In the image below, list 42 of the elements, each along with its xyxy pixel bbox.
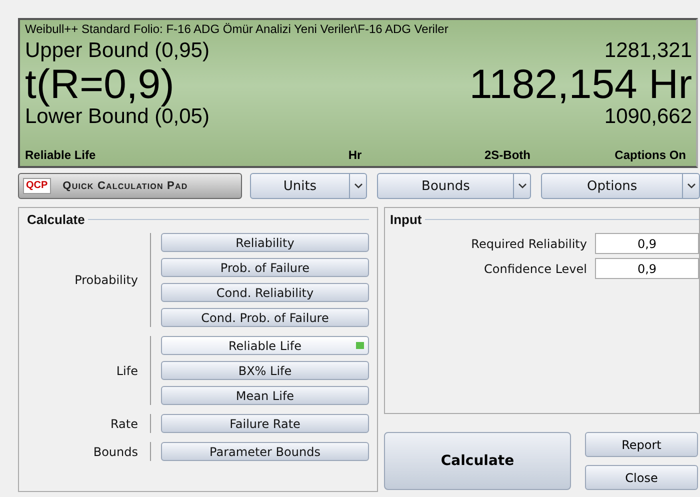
calculation-button[interactable]: Mean Life <box>161 386 369 405</box>
folio-title: Weibull++ Standard Folio: F-16 ADG Ömür Analizi Yeni Veriler\F-16 ADG Veriler <box>25 21 450 38</box>
status-caption: Hr <box>347 148 363 164</box>
result-label: t(R=0,9) <box>25 64 174 104</box>
panel-title: Input <box>390 212 422 227</box>
field-label: Confidence Level <box>484 262 587 276</box>
dropdown-button[interactable]: Units <box>250 173 368 199</box>
group-label: Life <box>116 364 138 378</box>
panel-title: Calculate <box>27 212 85 227</box>
calculation-button[interactable]: Failure Rate <box>161 414 369 433</box>
group-label: Rate <box>110 416 138 430</box>
calculation-button[interactable]: Cond. Reliability <box>161 283 369 302</box>
result-value: 1182,154 Hr <box>469 64 692 104</box>
calculation-button[interactable]: Parameter Bounds <box>161 442 369 461</box>
status-caption: Captions On <box>614 148 687 164</box>
calculate-button[interactable]: Calculate <box>384 432 571 490</box>
input-field[interactable]: 0,9 <box>595 233 699 254</box>
calculation-button[interactable]: Cond. Prob. of Failure <box>161 308 369 327</box>
report-button[interactable]: Report <box>585 432 698 457</box>
selected-indicator <box>356 342 364 349</box>
status-caption: Reliable Life <box>25 148 97 164</box>
chevron-down-icon <box>686 183 696 189</box>
calculation-button[interactable]: Reliability <box>161 233 369 252</box>
dropdown-button[interactable]: Options <box>541 173 700 199</box>
input-field[interactable]: 0,9 <box>595 258 699 279</box>
close-button[interactable]: Close <box>585 465 698 490</box>
calculation-button[interactable]: BX% Life <box>161 361 369 380</box>
lower-bound-label: Lower Bound (0,05) <box>25 105 210 130</box>
quick-calculation-pad-button[interactable]: QCP Quick Calculation Pad <box>18 173 242 199</box>
calculation-button[interactable]: Prob. of Failure <box>161 258 369 277</box>
calculation-button[interactable]: Reliable Life <box>161 336 369 355</box>
upper-bound-value: 1281,321 <box>604 38 692 64</box>
dropdown-button[interactable]: Bounds <box>377 173 532 199</box>
upper-bound-label: Upper Bound (0,95) <box>25 38 210 64</box>
lower-bound-value: 1090,662 <box>604 104 692 130</box>
status-caption: 2S-Both <box>484 148 532 164</box>
group-label: Bounds <box>93 444 138 458</box>
field-label: Required Reliability <box>471 236 587 250</box>
chevron-down-icon <box>518 183 527 189</box>
qcp-logo: QCP <box>23 178 51 194</box>
chevron-down-icon <box>354 183 363 189</box>
group-label: Probability <box>74 273 138 287</box>
